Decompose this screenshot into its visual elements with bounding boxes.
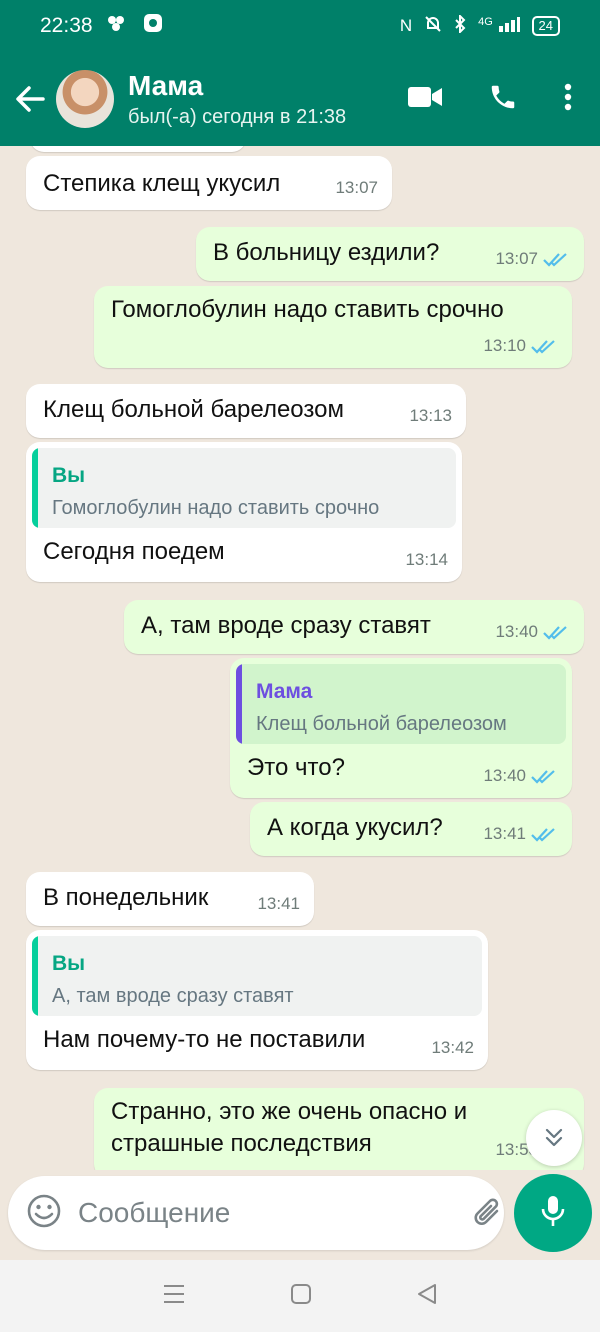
emoji-icon[interactable]	[26, 1193, 62, 1234]
message-meta: 13:42	[431, 1032, 474, 1064]
mute-icon	[424, 15, 442, 38]
message-time: 13:40	[483, 766, 526, 785]
home-nav-icon[interactable]	[290, 1283, 312, 1310]
read-ticks-icon	[531, 770, 555, 784]
message-outgoing[interactable]: В больницу ездили? 13:07	[196, 227, 584, 281]
message-time: 13:07	[335, 178, 378, 197]
chat-area[interactable]: Степика клещ укусил 13:07 В больницу езд…	[0, 146, 600, 1170]
message-text: А, там вроде сразу ставят	[141, 612, 431, 639]
message-outgoing[interactable]: А, там вроде сразу ставят 13:40	[124, 600, 584, 654]
message-meta: 13:41	[257, 888, 300, 920]
back-nav-icon[interactable]	[416, 1283, 438, 1310]
message-text-line: страшные последствия	[111, 1130, 372, 1157]
message-incoming[interactable]	[30, 146, 246, 152]
message-outgoing-reply[interactable]: Мама Клещ больной барелеозом Это что? 13…	[230, 658, 572, 798]
mic-button[interactable]	[514, 1174, 592, 1252]
quote-bar	[32, 936, 38, 1016]
scroll-down-icon[interactable]	[526, 1110, 582, 1166]
chat-notification-icon	[143, 13, 163, 39]
contact-info[interactable]: Мама был(-а) сегодня в 21:38	[128, 70, 408, 129]
message-time: 13:41	[483, 824, 526, 843]
read-ticks-icon	[531, 340, 555, 354]
message-time: 13:07	[495, 249, 538, 268]
message-text: Степика клещ укусил	[43, 170, 281, 197]
message-text: Это что?	[247, 754, 345, 781]
read-ticks-icon	[531, 828, 555, 842]
quoted-message[interactable]: Мама Клещ больной барелеозом	[236, 664, 566, 744]
mic-icon	[540, 1194, 566, 1233]
status-bar: 22:38 N 4G 24	[0, 0, 600, 52]
message-meta: 13:10	[483, 330, 558, 362]
quoted-message[interactable]: Вы А, там вроде сразу ставят	[32, 936, 482, 1016]
message-text: Клещ больной барелеозом	[43, 396, 344, 423]
quote-author: Мама	[256, 680, 313, 703]
message-meta: 13:14	[405, 544, 448, 576]
message-text: Гомоглобулин надо ставить срочно	[111, 296, 504, 323]
message-outgoing[interactable]: Странно, это же очень опасно и страшные …	[94, 1088, 584, 1170]
message-text: Сегодня поедем	[43, 538, 225, 565]
read-ticks-icon	[543, 253, 567, 267]
quote-bar	[32, 448, 38, 528]
message-meta: 13:40	[483, 760, 558, 792]
signal-icon: 4G	[478, 15, 520, 37]
quote-text: А, там вроде сразу ставят	[52, 985, 294, 1007]
more-icon[interactable]	[564, 83, 572, 116]
last-seen-status: был(-а) сегодня в 21:38	[128, 105, 347, 128]
quote-bar	[236, 664, 242, 744]
quote-text: Гомоглобулин надо ставить срочно	[52, 497, 380, 519]
chat-header: Мама был(-а) сегодня в 21:38	[0, 52, 600, 146]
quote-text: Клещ больной барелеозом	[256, 713, 507, 735]
message-composer	[8, 1176, 569, 1250]
message-text: В больницу ездили?	[213, 239, 440, 266]
message-time: 13:10	[483, 336, 526, 355]
read-ticks-icon	[543, 626, 567, 640]
message-text: А когда укусил?	[267, 814, 443, 841]
quoted-message[interactable]: Вы Гомоглобулин надо ставить срочно	[32, 448, 456, 528]
quote-author: Вы	[52, 464, 86, 487]
battery-indicator: 24	[531, 16, 560, 36]
message-incoming[interactable]: В понедельник 13:41	[26, 872, 314, 926]
message-time: 13:13	[409, 406, 452, 425]
message-time: 13:41	[257, 894, 300, 913]
video-call-icon[interactable]	[408, 86, 442, 113]
message-outgoing[interactable]: А когда укусил? 13:41	[250, 802, 572, 856]
system-nav-bar	[0, 1260, 600, 1332]
message-meta: 13:13	[409, 400, 452, 432]
message-input[interactable]	[78, 1197, 439, 1229]
message-text: Нам почему-то не поставили	[43, 1026, 366, 1053]
message-time: 13:14	[405, 550, 448, 569]
nfc-icon: N	[399, 16, 413, 35]
contact-name: Мама	[128, 69, 204, 101]
back-arrow-icon[interactable]	[4, 52, 56, 146]
message-text-line: Странно, это же очень опасно и	[111, 1098, 468, 1125]
message-meta: 13:07	[495, 243, 570, 275]
phone-icon[interactable]	[488, 82, 518, 117]
app-notification-icon	[107, 14, 129, 38]
status-time: 22:38	[40, 14, 93, 37]
message-text: В понедельник	[43, 884, 209, 911]
message-time: 13:42	[431, 1038, 474, 1057]
attach-icon[interactable]	[469, 1193, 507, 1233]
message-outgoing[interactable]: Гомоглобулин надо ставить срочно 13:10	[94, 286, 572, 368]
network-type: 4G	[478, 15, 493, 28]
message-incoming-reply[interactable]: Вы А, там вроде сразу ставят Нам почему-…	[26, 930, 488, 1070]
quote-author: Вы	[52, 952, 86, 975]
message-time: 13:40	[495, 622, 538, 641]
message-incoming-reply[interactable]: Вы Гомоглобулин надо ставить срочно Сего…	[26, 442, 462, 582]
menu-nav-icon[interactable]	[162, 1283, 186, 1310]
message-meta: 13:40	[495, 616, 570, 648]
message-meta: 13:07	[335, 172, 378, 204]
bluetooth-icon	[454, 13, 466, 38]
message-incoming[interactable]: Клещ больной барелеозом 13:13	[26, 384, 466, 438]
message-incoming[interactable]: Степика клещ укусил 13:07	[26, 156, 392, 210]
message-meta: 13:41	[483, 818, 558, 850]
contact-avatar[interactable]	[56, 70, 114, 128]
